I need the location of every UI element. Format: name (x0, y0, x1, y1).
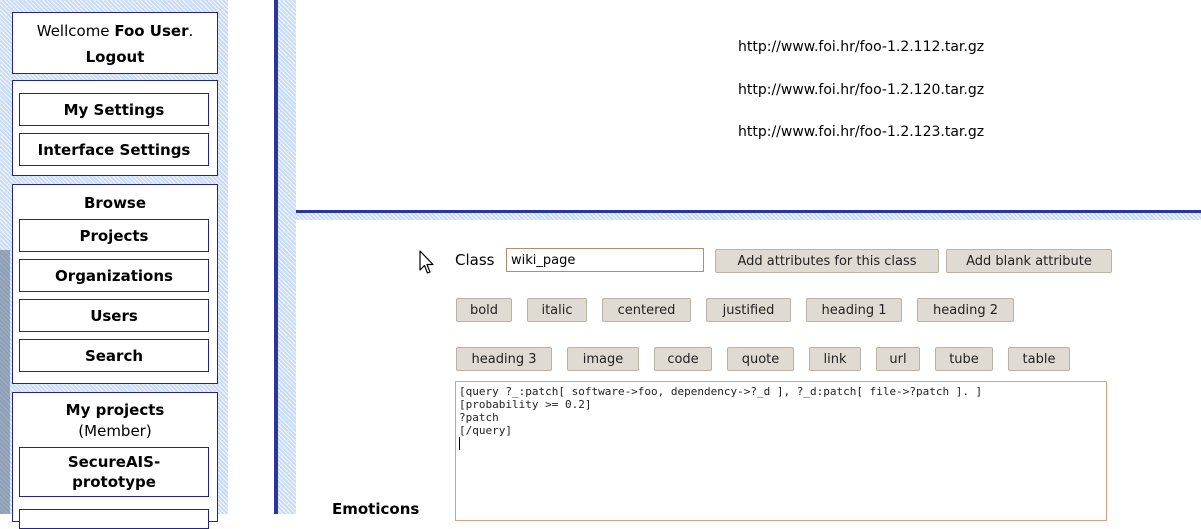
projects-button[interactable]: Projects (19, 219, 209, 252)
organizations-button[interactable]: Organizations (19, 259, 209, 292)
url-link-2[interactable]: http://www.foi.hr/foo-1.2.120.tar.gz (738, 82, 984, 98)
emoticons-label: Emoticons (332, 500, 420, 518)
url-link-1[interactable]: http://www.foi.hr/foo-1.2.112.tar.gz (738, 39, 984, 55)
sidebar: Wellcome Foo User. Logout My Settings In… (10, 0, 220, 529)
horizontal-divider-line (296, 210, 1201, 213)
editor-line: [/query] (459, 424, 512, 437)
my-projects-box: My projects (Member) SecureAIS-prototype (12, 392, 218, 529)
url-link-3[interactable]: http://www.foi.hr/foo-1.2.123.tar.gz (738, 124, 984, 140)
format-quote-button[interactable]: quote (727, 347, 794, 371)
my-projects-subheading: (Member) (78, 422, 152, 440)
horizontal-divider (296, 210, 1201, 220)
welcome-prefix: Wellcome (36, 22, 110, 40)
format-tube-button[interactable]: tube (935, 347, 993, 371)
welcome-text: Wellcome Foo User. (13, 22, 217, 40)
format-heading2-button[interactable]: heading 2 (917, 298, 1014, 322)
add-attributes-button[interactable]: Add attributes for this class (715, 249, 939, 273)
format-heading3-button[interactable]: heading 3 (456, 347, 552, 371)
user-name: Foo User (114, 22, 189, 40)
format-heading1-button[interactable]: heading 1 (806, 298, 902, 322)
format-link-button[interactable]: link (809, 347, 861, 371)
interface-settings-button[interactable]: Interface Settings (19, 133, 209, 166)
format-image-button[interactable]: image (567, 347, 639, 371)
users-button[interactable]: Users (19, 299, 209, 332)
search-button[interactable]: Search (19, 339, 209, 372)
left-shadow (0, 250, 10, 514)
add-blank-attribute-button[interactable]: Add blank attribute (946, 249, 1112, 273)
project-secureais-button[interactable]: SecureAIS-prototype (19, 447, 209, 497)
project-next-button[interactable] (19, 509, 209, 529)
format-url-button[interactable]: url (876, 347, 920, 371)
welcome-box: Wellcome Foo User. Logout (12, 12, 218, 74)
format-bold-button[interactable]: bold (456, 298, 512, 322)
class-input[interactable] (506, 248, 704, 272)
format-table-button[interactable]: table (1008, 347, 1070, 371)
editor-line: [query ?_:patch[ software->foo, dependen… (459, 385, 983, 398)
mouse-cursor-icon (419, 250, 434, 274)
vertical-divider-line (274, 0, 278, 514)
editor-line: ?patch (459, 411, 499, 424)
settings-box: My Settings Interface Settings (12, 80, 218, 176)
format-justified-button[interactable]: justified (706, 298, 791, 322)
vertical-divider (274, 0, 296, 514)
format-code-button[interactable]: code (654, 347, 712, 371)
wiki-editor-textarea[interactable]: [query ?_:patch[ software->foo, dependen… (455, 381, 1107, 521)
browse-heading: Browse (83, 194, 147, 212)
editor-caret (459, 437, 1103, 450)
format-centered-button[interactable]: centered (602, 298, 691, 322)
editor-line: [probability >= 0.2] (459, 398, 592, 411)
my-projects-heading: My projects (65, 401, 165, 419)
logout-link[interactable]: Logout (13, 48, 217, 66)
my-settings-button[interactable]: My Settings (19, 93, 209, 126)
browse-box: Browse Projects Organizations Users Sear… (12, 184, 218, 384)
welcome-suffix: . (188, 22, 194, 40)
class-label: Class (455, 251, 495, 269)
format-italic-button[interactable]: italic (527, 298, 587, 322)
